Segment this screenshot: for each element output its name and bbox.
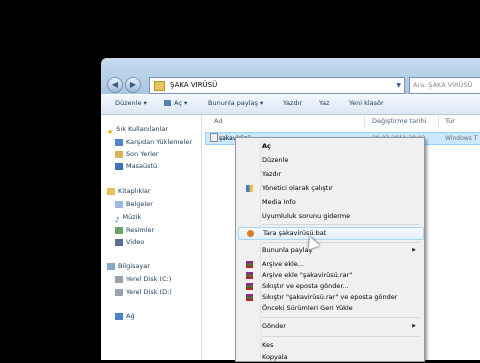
burn-button[interactable]: Yaz (319, 99, 329, 107)
organize-button[interactable]: Düzenle ▾ (115, 99, 147, 107)
winrar-icon (246, 283, 253, 290)
pictures-icon (115, 226, 123, 234)
column-header-date[interactable]: Değiştirme tarihi (372, 115, 427, 127)
menu-item-copy[interactable]: Kopyala (238, 352, 422, 363)
column-divider (364, 115, 365, 129)
menu-item-edit[interactable]: Düzenle (238, 155, 422, 166)
menu-separator (262, 224, 420, 225)
submenu-arrow-icon: ▶ (412, 323, 416, 329)
command-bar: Düzenle ▾ Aç ▾ Bununla paylaş ▾ Yazdır Y… (101, 94, 480, 115)
menu-item-open[interactable]: Aç (238, 141, 422, 152)
column-header-type[interactable]: Tür (445, 115, 455, 127)
disk-icon (115, 275, 123, 283)
menu-separator (262, 242, 420, 243)
menu-item-add-to-rar[interactable]: Arşive ekle "şakavirüsü.rar" (238, 270, 422, 281)
new-folder-button[interactable]: Yeni klasör (349, 99, 384, 107)
print-button[interactable]: Yazdır (283, 99, 302, 107)
computer-icon (107, 262, 115, 270)
back-button[interactable]: ◀ (107, 77, 123, 93)
forward-button[interactable]: ▶ (125, 77, 141, 93)
recent-places-icon (115, 150, 123, 158)
menu-item-run-as-admin[interactable]: Yönetici olarak çalıştır (238, 183, 422, 194)
open-button[interactable]: Aç ▾ (164, 99, 187, 107)
breadcrumb[interactable]: ŞAKA VIRÜSÜ (170, 78, 217, 93)
antivirus-icon (247, 230, 254, 237)
network-icon (115, 312, 123, 320)
nav-favorites[interactable]: ★ Sık Kullanılanlar (107, 123, 168, 136)
menu-item-compress-rar-and-email[interactable]: Sıkıştır "şakavirüsü.rar" ve eposta gönd… (238, 292, 422, 303)
desktop-icon (115, 162, 123, 170)
open-icon (164, 100, 171, 106)
menu-item-share-with[interactable]: Bununla paylaş ▶ (238, 245, 422, 256)
documents-icon (115, 200, 123, 208)
nav-computer[interactable]: Bilgisayar (107, 260, 150, 272)
menu-item-compress-and-email[interactable]: Sıkıştır ve eposta gönder... (238, 281, 422, 292)
batch-file-icon (210, 133, 218, 142)
menu-item-media-info[interactable]: Media Info (238, 197, 422, 208)
address-bar[interactable]: ŞAKA VIRÜSÜ ▼ (149, 77, 405, 94)
navigation-pane: ★ Sık Kullanılanlar Karşıdan Yüklemeler S… (101, 115, 202, 360)
folder-icon (154, 81, 165, 91)
search-input[interactable]: Ara: ŞAKA VİRÜSÜ (409, 77, 480, 94)
video-icon (115, 238, 123, 246)
nav-music[interactable]: ♪ Müzik (115, 211, 141, 224)
nav-downloads[interactable]: Karşıdan Yüklemeler (115, 136, 192, 148)
submenu-arrow-icon: ▶ (412, 247, 416, 253)
winrar-icon (246, 294, 253, 301)
menu-item-send-to[interactable]: Gönder ▶ (238, 321, 422, 332)
nav-desktop[interactable]: Masaüstü (115, 160, 157, 172)
shield-icon (246, 185, 253, 192)
nav-pictures[interactable]: Resimler (115, 224, 154, 236)
downloads-icon (115, 138, 123, 146)
winrar-icon (246, 272, 253, 279)
menu-separator (262, 336, 420, 337)
menu-item-troubleshoot-compatibility[interactable]: Uyumluluk sorunu giderme (238, 211, 422, 222)
menu-item-print[interactable]: Yazdır (238, 169, 422, 180)
nav-local-disk-d[interactable]: Yerel Disk (D:) (115, 286, 172, 298)
menu-item-add-to-archive[interactable]: Arşive ekle... (238, 259, 422, 270)
nav-network[interactable]: Ağ (115, 310, 135, 322)
column-header-name[interactable]: Ad (214, 115, 222, 127)
title-bar: ◀ ▶ ŞAKA VIRÜSÜ ▼ Ara: ŞAKA VİRÜSÜ (101, 58, 480, 94)
music-icon: ♪ (115, 215, 120, 224)
nav-videos[interactable]: Video (115, 236, 144, 248)
library-icon (107, 187, 115, 195)
nav-libraries[interactable]: Kitaplıklar (107, 185, 151, 197)
star-icon: ★ (107, 127, 114, 136)
column-divider (438, 115, 439, 129)
winrar-icon (246, 261, 253, 268)
menu-item-restore-previous-versions[interactable]: Önceki Sürümleri Geri Yükle (238, 303, 422, 314)
menu-separator (262, 317, 420, 318)
file-type: Windows T (445, 135, 478, 142)
nav-documents[interactable]: Belgeler (115, 198, 153, 210)
context-menu: Aç Düzenle Yazdır Yönetici olarak çalışt… (235, 137, 425, 362)
nav-local-disk-c[interactable]: Yerel Disk (C:) (115, 273, 171, 285)
disk-icon (115, 288, 123, 296)
menu-item-cut[interactable]: Kes (238, 340, 422, 351)
menu-item-scan[interactable]: Tara şakavirüsü.bat (238, 227, 424, 240)
nav-recent-places[interactable]: Son Yerler (115, 148, 159, 160)
search-placeholder: Ara: ŞAKA VİRÜSÜ (413, 81, 473, 89)
share-button[interactable]: Bununla paylaş ▾ (208, 99, 263, 107)
chevron-down-icon[interactable]: ▼ (396, 78, 401, 93)
